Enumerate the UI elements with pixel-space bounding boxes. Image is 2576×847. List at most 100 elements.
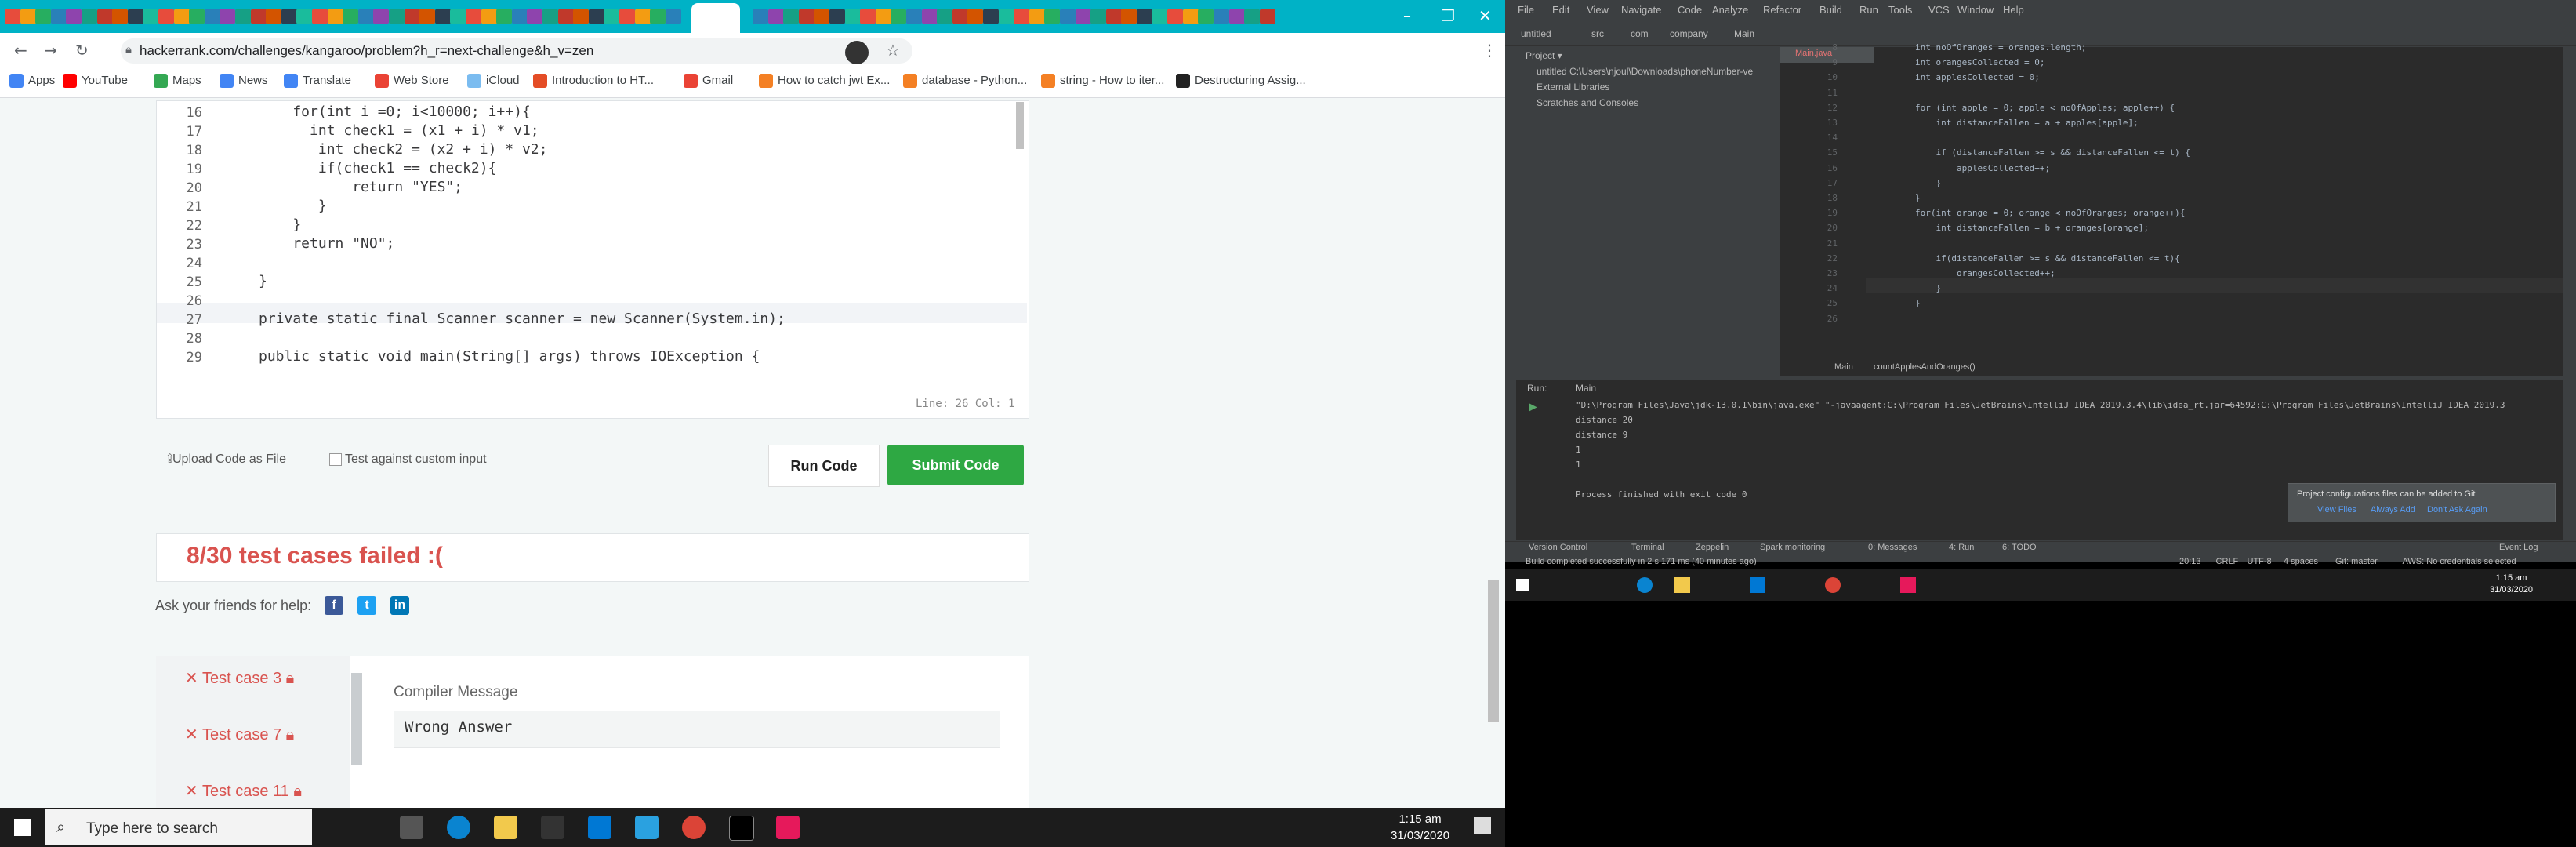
ide-code-line[interactable]: if(distanceFallen >= s && distanceFallen… — [1874, 253, 2179, 264]
avatar[interactable] — [845, 41, 869, 64]
ide-code-line[interactable]: for (int apple = 0; apple < noOfApples; … — [1874, 103, 2175, 113]
tab-favicon[interactable] — [619, 9, 635, 24]
ide-menu-item[interactable]: Run — [1859, 4, 1878, 16]
tab-favicon[interactable] — [814, 9, 830, 24]
always-add-link[interactable]: Always Add — [2371, 505, 2415, 514]
twitter-icon[interactable]: t — [357, 596, 376, 615]
project-tree-item[interactable]: untitled C:\Users\njoul\Downloads\phoneN… — [1537, 66, 1753, 77]
dont-ask-link[interactable]: Don't Ask Again — [2427, 505, 2487, 514]
ide-menu-item[interactable]: Analyze — [1712, 4, 1748, 16]
ide-bottom-tab[interactable]: 4: Run — [1949, 543, 1974, 552]
ide-code-line[interactable]: int applesCollected = 0; — [1874, 72, 2040, 82]
chrome-icon[interactable] — [1825, 577, 1841, 593]
run-config-tab[interactable]: Main — [1576, 383, 1596, 394]
ide-code-line[interactable]: orangesCollected++; — [1874, 268, 2055, 278]
ide-code-line[interactable]: int distanceFallen = a + apples[apple]; — [1874, 118, 2138, 128]
explorer-icon[interactable] — [1674, 577, 1690, 593]
tab-favicon[interactable] — [327, 9, 343, 24]
status-item[interactable]: UTF-8 — [2248, 557, 2272, 566]
breadcrumb-item[interactable]: Main — [1734, 28, 1754, 39]
run-code-button[interactable]: Run Code — [768, 445, 880, 487]
bookmark-database[interactable]: database - Python... — [922, 74, 1027, 87]
tab-favicon[interactable] — [112, 9, 129, 24]
explorer-icon[interactable] — [494, 816, 517, 839]
ide-code-line[interactable]: } — [1874, 178, 1941, 188]
tab-favicon[interactable] — [527, 9, 543, 24]
project-tree-item[interactable]: Scratches and Consoles — [1537, 97, 1638, 108]
tab-favicon[interactable] — [1044, 9, 1061, 24]
tab-favicon[interactable] — [1198, 9, 1214, 24]
edge-icon[interactable] — [1637, 577, 1653, 593]
start-icon[interactable] — [14, 819, 31, 836]
tab-favicon[interactable] — [767, 9, 784, 24]
ide-menu-item[interactable]: Refactor — [1763, 4, 1801, 16]
tab-favicon[interactable] — [798, 9, 815, 24]
ide-menu-item[interactable]: Code — [1678, 4, 1702, 16]
code-line[interactable]: } — [259, 198, 327, 214]
ide-code-line[interactable]: for(int orange = 0; orange < noOfOranges… — [1874, 208, 2185, 218]
page-scrollbar[interactable] — [1488, 580, 1499, 722]
tab-favicon[interactable] — [783, 9, 800, 24]
tab-favicon[interactable] — [604, 9, 620, 24]
tab-favicon[interactable] — [891, 9, 907, 24]
tab-favicon[interactable] — [419, 9, 436, 24]
tab-favicon[interactable] — [1214, 9, 1229, 24]
task-view-icon[interactable] — [400, 816, 423, 839]
breadcrumb-item[interactable]: src — [1591, 28, 1604, 39]
intellij-icon[interactable] — [776, 816, 800, 839]
bookmark-destructuring[interactable]: Destructuring Assig... — [1195, 74, 1306, 87]
ide-code-line[interactable]: int orangesCollected = 0; — [1874, 57, 2045, 67]
bookmark-maps[interactable]: Maps — [172, 74, 201, 87]
code-line[interactable]: return "YES"; — [259, 179, 463, 195]
mail-icon[interactable] — [588, 816, 611, 839]
ide-bottom-tab[interactable]: 6: TODO — [2002, 543, 2037, 552]
tab-favicon[interactable] — [573, 9, 590, 24]
tab-favicon[interactable] — [665, 9, 681, 24]
tab-favicon[interactable] — [952, 9, 968, 24]
notification-icon[interactable] — [1474, 817, 1491, 834]
tab-favicon[interactable] — [1014, 9, 1030, 24]
code-line[interactable]: } — [259, 273, 267, 289]
test-case-scrollbar[interactable] — [351, 673, 362, 765]
tab-favicon[interactable] — [1228, 9, 1245, 24]
tab-favicon[interactable] — [1167, 9, 1184, 24]
ide-menu-item[interactable]: Edit — [1552, 4, 1569, 16]
code-line[interactable]: int check1 = (x1 + i) * v1; — [259, 122, 539, 139]
reload-icon[interactable]: ↻ — [75, 41, 89, 60]
mail-icon[interactable] — [1750, 577, 1765, 593]
tab-favicon[interactable] — [20, 9, 36, 24]
status-item[interactable]: 4 spaces — [2284, 557, 2318, 566]
tab-favicon[interactable] — [373, 9, 390, 24]
tab-favicon[interactable] — [1029, 9, 1045, 24]
star-icon[interactable]: ☆ — [886, 41, 900, 60]
tab-favicon[interactable] — [96, 9, 113, 24]
ide-menu-item[interactable]: Help — [2003, 4, 2024, 16]
tab-favicon[interactable] — [434, 9, 451, 24]
tab-favicon[interactable] — [296, 9, 313, 24]
custom-input-checkbox[interactable] — [329, 453, 342, 466]
forward-icon[interactable]: → — [44, 41, 57, 60]
upload-code-link[interactable]: Upload Code as File — [172, 453, 286, 467]
editor-scrollbar[interactable] — [1016, 102, 1024, 149]
tab-favicon[interactable] — [127, 9, 143, 24]
tab-favicon[interactable] — [466, 9, 481, 24]
tab-favicon[interactable] — [1105, 9, 1122, 24]
tab-favicon[interactable] — [983, 9, 999, 24]
status-item[interactable]: 20:13 — [2179, 557, 2201, 566]
tab-favicon[interactable] — [967, 9, 984, 24]
ide-bottom-tab[interactable]: Spark monitoring — [1760, 543, 1825, 552]
tab-favicon[interactable] — [357, 9, 374, 24]
code-line[interactable]: } — [259, 216, 301, 233]
tab-favicon[interactable] — [542, 9, 558, 24]
code-line[interactable]: if(check1 == check2){ — [259, 160, 497, 176]
tab-favicon[interactable] — [1075, 9, 1091, 24]
status-item[interactable]: CRLF — [2216, 557, 2239, 566]
tab-favicon[interactable] — [343, 9, 359, 24]
edge-icon[interactable] — [447, 816, 470, 839]
bookmark-translate[interactable]: Translate — [303, 74, 351, 87]
tab-favicon[interactable] — [312, 9, 328, 24]
tab-favicon[interactable] — [143, 9, 159, 24]
bookmark-jwt[interactable]: How to catch jwt Ex... — [778, 74, 890, 87]
tab-favicon[interactable] — [753, 9, 768, 24]
tab-favicon[interactable] — [1090, 9, 1107, 24]
